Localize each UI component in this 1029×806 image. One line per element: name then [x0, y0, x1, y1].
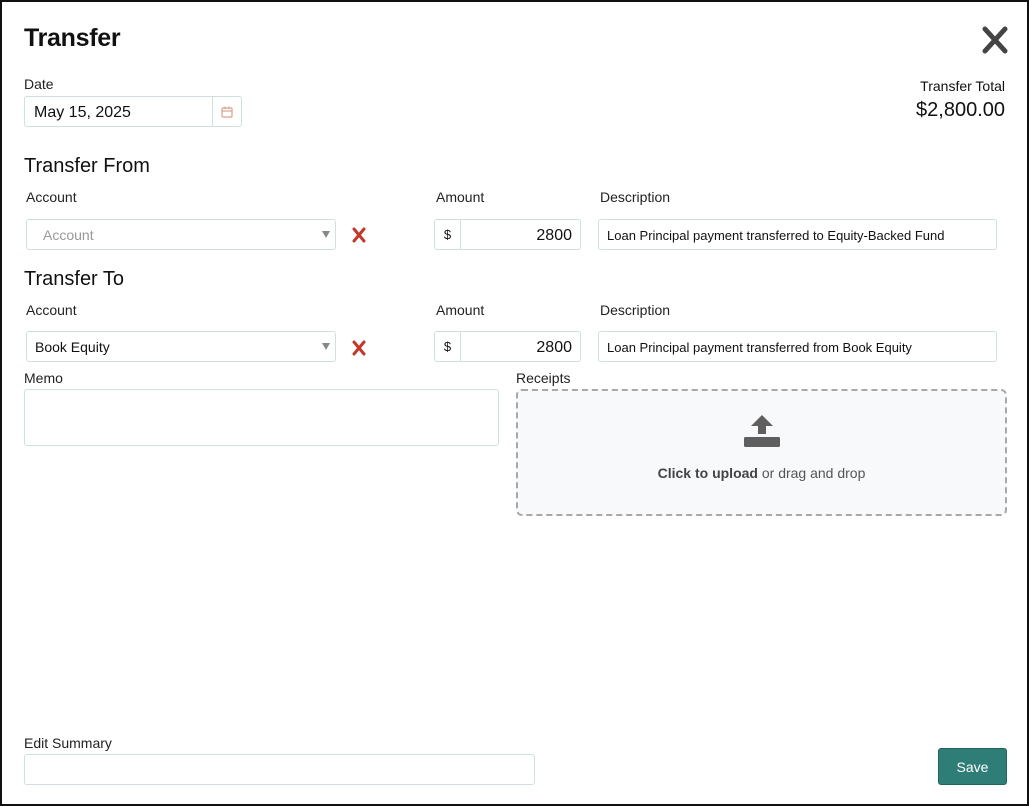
- to-currency-symbol: $: [435, 332, 461, 361]
- from-description-field[interactable]: Loan Principal payment transferred to Eq…: [598, 219, 997, 250]
- to-amount-field[interactable]: $ 2800: [434, 331, 581, 362]
- receipts-dropzone[interactable]: Click to upload or drag and drop: [516, 389, 1007, 516]
- chevron-down-icon: [322, 343, 330, 350]
- from-currency-symbol: $: [435, 220, 461, 249]
- upload-message: Click to upload or drag and drop: [518, 465, 1005, 481]
- calendar-icon[interactable]: [212, 97, 241, 126]
- from-amount-field[interactable]: $ 2800: [434, 219, 581, 250]
- date-field[interactable]: May 15, 2025: [24, 96, 242, 127]
- upload-hint: or drag and drop: [757, 465, 866, 481]
- transfer-total-value: $2,800.00: [916, 99, 1005, 121]
- chevron-down-icon: [322, 231, 330, 238]
- to-account-label: Account: [26, 302, 77, 318]
- edit-summary-input[interactable]: [24, 754, 535, 785]
- modal-title: Transfer: [24, 24, 121, 52]
- to-amount-value: 2800: [536, 339, 572, 356]
- remove-x-icon[interactable]: [352, 227, 366, 243]
- to-description-label: Description: [600, 302, 671, 318]
- transfer-to-heading: Transfer To: [24, 268, 125, 290]
- transfer-from-heading: Transfer From: [24, 155, 150, 177]
- to-description-field[interactable]: Loan Principal payment transferred from …: [598, 331, 997, 362]
- close-icon[interactable]: [982, 26, 1008, 54]
- edit-summary-label: Edit Summary: [24, 735, 112, 751]
- save-button[interactable]: Save: [938, 748, 1007, 785]
- transfer-total-label: Transfer Total: [920, 78, 1005, 94]
- from-account-select[interactable]: Account: [26, 219, 336, 250]
- from-amount-label: Amount: [436, 189, 485, 205]
- from-description-value: Loan Principal payment transferred to Eq…: [607, 228, 945, 243]
- from-amount-value: 2800: [536, 227, 572, 244]
- from-account-label: Account: [26, 189, 77, 205]
- upload-link[interactable]: Click to upload: [658, 465, 758, 481]
- to-description-value: Loan Principal payment transferred from …: [607, 340, 912, 355]
- memo-textarea[interactable]: [24, 389, 499, 446]
- to-account-value: Book Equity: [35, 339, 110, 355]
- from-account-placeholder: Account: [43, 227, 94, 243]
- date-label: Date: [24, 76, 54, 92]
- to-account-select[interactable]: Book Equity: [26, 331, 336, 362]
- transfer-modal: Transfer Date May 15, 2025 Transfer Tota…: [0, 0, 1029, 806]
- remove-x-icon[interactable]: [352, 340, 366, 356]
- date-value: May 15, 2025: [34, 104, 131, 121]
- receipts-label: Receipts: [516, 370, 571, 386]
- memo-label: Memo: [24, 370, 63, 386]
- to-amount-label: Amount: [436, 302, 485, 318]
- from-description-label: Description: [600, 189, 671, 205]
- upload-icon: [743, 413, 781, 451]
